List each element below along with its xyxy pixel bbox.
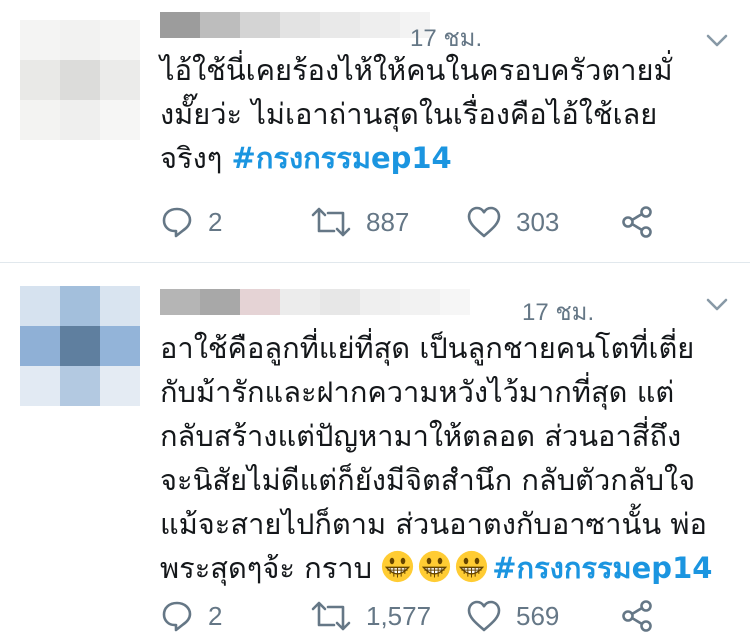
tweet-text-line: แม้จะสายไปก็ตาม ส่วนอาตงกับอาซานั้น พ่อ: [160, 507, 707, 541]
chevron-down-icon[interactable]: [706, 298, 728, 312]
tweet-text: ไอ้ใช้นี่เคยร้องไห้ให้คนในครอบครัวตายมั่…: [160, 48, 740, 180]
retweet-icon: [311, 207, 351, 237]
tweet-text-line: ไอ้ใช้นี่เคยร้องไห้ให้คนในครอบครัวตายมั่: [160, 53, 673, 87]
blurred-username[interactable]: [160, 289, 470, 315]
reply-button[interactable]: 2: [160, 202, 222, 242]
retweet-icon: [311, 601, 351, 631]
grinning-face-emoji: [382, 550, 414, 583]
tweet-actions: 2 887 303: [160, 202, 700, 242]
blurred-username[interactable]: [160, 12, 430, 38]
tweet-text-line: จริงๆ #กรงกรรมep14: [160, 141, 452, 175]
tweet-text-line: กลับสร้างแต่ปัญหามาให้ตลอด ส่วนอาสี่ถึง: [160, 419, 682, 453]
heart-icon: [467, 206, 501, 238]
tweet-2[interactable]: 17 ชม. อาใช้คือลูกที่แย่ที่สุด เป็นลูกชา…: [0, 263, 750, 644]
share-button[interactable]: [620, 202, 654, 242]
hashtag-link[interactable]: #กรงกรรมep14: [232, 141, 452, 175]
like-button[interactable]: 569: [466, 596, 559, 636]
reply-count: 2: [208, 600, 223, 631]
retweet-count: 1,577: [366, 600, 432, 631]
retweet-button[interactable]: 1,577: [310, 596, 431, 636]
avatar[interactable]: [20, 286, 140, 406]
reply-count: 2: [208, 206, 223, 237]
retweet-count: 887: [366, 206, 410, 237]
reply-button[interactable]: 2: [160, 596, 222, 636]
tweet-text-line: พระสุดๆจ้ะ กราบ #กรงกรรมep14: [160, 550, 713, 585]
reply-icon: [162, 601, 192, 632]
share-button[interactable]: [620, 596, 654, 636]
like-count: 303: [516, 206, 560, 237]
retweet-button[interactable]: 887: [310, 202, 409, 242]
heart-icon: [467, 600, 501, 632]
avatar[interactable]: [20, 20, 140, 140]
like-count: 569: [516, 600, 560, 631]
tweet-text-line: งมั๊ยว่ะ ไม่เอาถ่านสุดในเรื่องคือไอ้ใช้เ…: [160, 97, 658, 131]
share-icon: [622, 600, 652, 632]
tweet-text-line: อาใช้คือลูกที่แย่ที่สุด เป็นลูกชายคนโตที…: [160, 331, 695, 365]
grinning-face-emoji: [456, 550, 488, 583]
tweet-actions: 2 1,577 569: [160, 596, 700, 636]
like-button[interactable]: 303: [466, 202, 559, 242]
tweet-text-line: กับม้ารักและฝากความหวังไว้มากที่สุด แต่: [160, 375, 675, 409]
share-icon: [622, 206, 652, 238]
reply-icon: [162, 207, 192, 238]
grinning-face-emoji: [419, 550, 451, 583]
hashtag-link[interactable]: #กรงกรรมep14: [492, 551, 712, 585]
chevron-down-icon[interactable]: [706, 34, 728, 48]
tweet-text-line: จะนิสัยไม่ดีแต่ก็ยังมีจิตสำนึก กลับตัวกล…: [160, 463, 696, 497]
tweet-text: อาใช้คือลูกที่แย่ที่สุด เป็นลูกชายคนโตที…: [160, 326, 740, 590]
tweet-1[interactable]: 17 ชม. ไอ้ใช้นี่เคยร้องไห้ให้คนในครอบครั…: [0, 0, 750, 262]
